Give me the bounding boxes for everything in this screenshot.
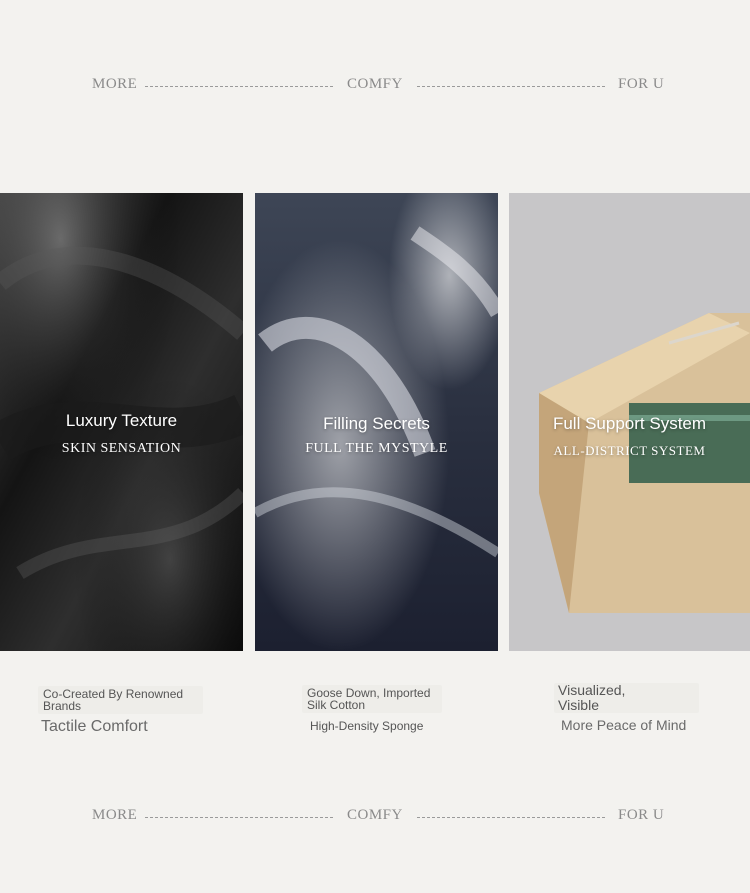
- header-divider: MORE COMFY FOR U: [0, 70, 750, 100]
- caption-main: High-Density Sponge: [310, 719, 424, 733]
- panel-title: Full Support System: [552, 414, 707, 433]
- dashed-line: [417, 86, 605, 87]
- panel-filling-secrets: Filling Secrets FULL THE MYSTYLE: [255, 193, 498, 651]
- panel-full-support-system: Full Support System ALL-DISTRICT SYSTEM: [509, 193, 750, 651]
- divider-word-more: MORE: [92, 807, 138, 823]
- caption-main: More Peace of Mind: [561, 717, 687, 733]
- dashed-line: [417, 817, 605, 818]
- divider-word-comfy: COMFY: [347, 807, 403, 823]
- panel-title: Filling Secrets: [323, 414, 430, 433]
- panel-subtitle: FULL THE MYSTYLE: [305, 441, 448, 456]
- panel-luxury-texture: Luxury Texture SKIN SENSATION: [0, 193, 243, 651]
- panel-subtitle: ALL-DISTRICT SYSTEM: [553, 443, 706, 458]
- divider-word-for-u: FOR U: [618, 76, 665, 92]
- divider-word-comfy: COMFY: [347, 76, 403, 92]
- divider-word-more: MORE: [92, 76, 138, 92]
- panel-title: Luxury Texture: [65, 411, 178, 430]
- divider-word-for-u: FOR U: [618, 807, 665, 823]
- caption-line: Visible: [558, 697, 599, 713]
- dashed-line: [145, 86, 333, 87]
- dashed-line: [145, 817, 333, 818]
- caption-line: Silk Cotton: [307, 698, 366, 712]
- footer-divider: MORE COMFY FOR U: [0, 801, 750, 831]
- caption-line: Visualized,: [558, 682, 626, 698]
- caption-line: Brands: [43, 699, 82, 713]
- panel-subtitle: SKIN SENSATION: [61, 441, 182, 456]
- caption-main: Tactile Comfort: [41, 718, 148, 735]
